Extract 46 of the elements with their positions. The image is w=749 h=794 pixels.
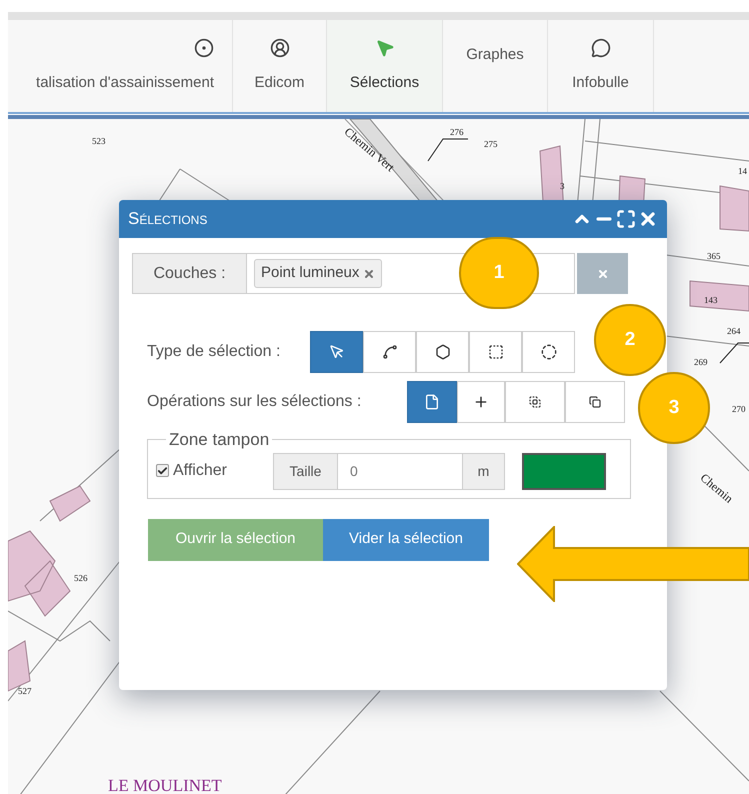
map-label: 269	[694, 356, 708, 369]
dialog-title: Sélections	[128, 208, 208, 230]
layers-label: Couches :	[132, 253, 247, 294]
size-label: Taille	[273, 452, 338, 490]
operation-button[interactable]	[407, 381, 457, 423]
user-icon	[270, 38, 290, 58]
map-label: 527	[18, 685, 32, 698]
polygon-icon	[434, 344, 450, 360]
overlap-icon	[589, 396, 601, 408]
map-label: 3	[560, 180, 564, 193]
color-swatch[interactable]	[522, 452, 606, 490]
map-label: 523	[92, 135, 106, 148]
map-label: LE MOULINET	[108, 775, 222, 794]
map-label: 365	[707, 250, 720, 263]
map-label: 143	[704, 294, 718, 307]
map-label: 275	[484, 138, 498, 151]
clear-selection-button[interactable]: Vider la sélection	[323, 518, 489, 560]
intersect-icon	[529, 396, 541, 408]
layer-tag[interactable]: Point lumineux	[254, 259, 382, 288]
show-label: Afficher	[173, 460, 227, 480]
file-icon	[424, 394, 440, 410]
close-icon	[596, 268, 608, 280]
selection-type-button[interactable]	[310, 331, 363, 373]
buffer-zone-legend: Zone tampon	[166, 427, 272, 452]
rectangle-icon	[488, 344, 504, 360]
selection-type-label: Type de sélection :	[147, 342, 282, 362]
arrow-icon	[517, 526, 749, 602]
map-label: 270	[732, 403, 746, 416]
plus-icon	[473, 394, 489, 410]
operations-label: Opérations sur les sélections :	[147, 392, 362, 412]
target-icon	[194, 38, 214, 58]
circle-icon	[540, 344, 556, 360]
map-label: 526	[74, 572, 88, 585]
size-field[interactable]: 0	[338, 452, 462, 490]
speech-bubble-icon	[590, 38, 610, 58]
line-icon	[382, 344, 398, 360]
pointer-icon	[374, 38, 394, 58]
pointer-icon	[328, 344, 344, 360]
maximize-icon[interactable]	[616, 209, 636, 229]
map-label: 276	[450, 126, 464, 139]
remove-icon[interactable]	[363, 268, 376, 280]
map-label: 14	[738, 165, 747, 178]
map-label: 264	[727, 325, 740, 338]
unit-label: m	[462, 452, 505, 490]
show-checkbox[interactable]	[156, 464, 169, 477]
toolbar-button[interactable]: Sélections	[327, 20, 443, 112]
